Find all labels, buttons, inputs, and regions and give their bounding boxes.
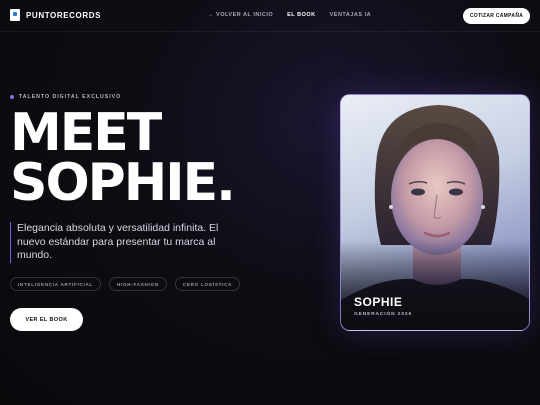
hero-lead: Elegancia absoluta y versatilidad infini…: [10, 222, 235, 263]
hero-headline: MEET SOPHIE.: [10, 107, 236, 209]
feature-chips: INTELIGENCIA ARTIFICIAL HIGH-FASHION CER…: [10, 277, 241, 291]
eyebrow: TALENTO DIGITAL EXCLUSIVO: [10, 94, 121, 100]
model-card[interactable]: SOPHIE GENERACIÓN 2026: [340, 94, 530, 331]
brand-name: PUNTORECORDS: [26, 10, 102, 20]
brand-logo[interactable]: PUNTORECORDS: [10, 9, 101, 21]
chip-cero-logistica: CERO LOGÍSTICA: [174, 277, 241, 291]
accent-dot-icon: [10, 95, 14, 99]
card-model-name: SOPHIE: [354, 295, 403, 309]
nav-link-el-book[interactable]: EL BOOK: [287, 12, 315, 18]
nav-link-ventajas-ia[interactable]: VENTAJAS IA: [330, 12, 371, 18]
chip-inteligencia-artificial: INTELIGENCIA ARTIFICIAL: [10, 277, 101, 291]
card-subtitle: GENERACIÓN 2026: [354, 312, 413, 317]
nav-links: ← VOLVER AL INICIO EL BOOK VENTAJAS IA: [208, 12, 371, 18]
headline-line-2: SOPHIE.: [10, 153, 236, 213]
nav-link-back-home[interactable]: ← VOLVER AL INICIO: [208, 12, 273, 18]
chip-high-fashion: HIGH-FASHION: [108, 277, 167, 291]
ver-el-book-button[interactable]: VER EL BOOK: [10, 308, 83, 331]
logo-icon: [10, 9, 20, 21]
eyebrow-text: TALENTO DIGITAL EXCLUSIVO: [19, 94, 122, 100]
cotizar-campana-button[interactable]: COTIZAR CAMPAÑA: [463, 8, 530, 24]
top-nav: PUNTORECORDS ← VOLVER AL INICIO EL BOOK …: [0, 0, 540, 32]
lead-text: Elegancia absoluta y versatilidad infini…: [17, 222, 219, 261]
